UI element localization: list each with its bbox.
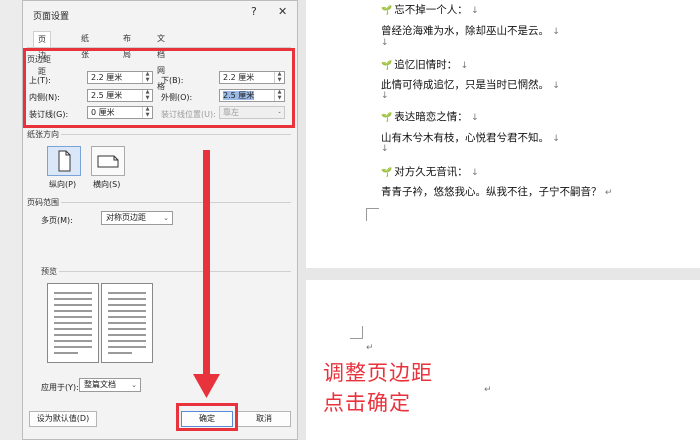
arrow-shaft <box>203 150 210 380</box>
portrait-label: 纵向(P) <box>49 180 77 189</box>
ok-highlight-box <box>176 403 238 431</box>
doc-heading-1: 🌱 忘不掉一个人： ↓ <box>381 4 479 16</box>
sprout-icon: 🌱 <box>381 113 393 123</box>
paragraph-mark: ↓ <box>381 91 389 101</box>
pages-section-title: 页码范围 <box>27 198 59 207</box>
set-default-button[interactable]: 设为默认值(D) <box>29 411 97 427</box>
section-divider <box>61 134 291 135</box>
tab-paper[interactable]: 纸张 <box>81 31 89 59</box>
doc-heading-4: 🌱 对方久无音讯： ↓ <box>381 166 479 178</box>
chevron-down-icon: ⌄ <box>131 381 137 389</box>
sprout-icon: 🌱 <box>381 6 393 16</box>
preview-left-page <box>47 283 99 363</box>
doc-line-2: 此情可待成追忆，只是当时已惘然。 ↓ <box>381 79 560 91</box>
cancel-button[interactable]: 取消 <box>237 411 291 427</box>
doc-line-1: 曾经沧海难为水，除却巫山不是云。 ↓ <box>381 25 560 37</box>
orientation-section-title: 纸张方向 <box>27 130 59 139</box>
multiple-pages-select[interactable]: 对称页边距 ⌄ <box>101 211 173 225</box>
dialog-title: 页面设置 <box>33 12 70 22</box>
section-divider <box>61 202 291 203</box>
tab-document-grid[interactable]: 文档网格 <box>157 31 165 91</box>
down-arrow-icon <box>193 374 220 398</box>
landscape-page-icon <box>97 155 119 168</box>
doc-line-4: 青青子衿，悠悠我心。纵我不往，子宁不嗣音？ ↵ <box>381 186 613 198</box>
margins-highlight-box <box>23 48 295 128</box>
annotation-line-1: 调整页边距 <box>323 361 433 385</box>
help-icon[interactable]: ? <box>251 5 257 18</box>
tab-layout[interactable]: 布局 <box>123 31 131 59</box>
multiple-pages-label: 多页(M): <box>41 216 73 225</box>
landscape-button[interactable] <box>91 146 125 176</box>
paragraph-mark: ↓ <box>381 38 389 48</box>
page-corner-mark <box>350 326 363 339</box>
landscape-label: 横向(S) <box>93 180 121 189</box>
doc-heading-2: 🌱 追忆旧情时： ↓ <box>381 59 469 71</box>
tab-margins[interactable]: 页边距 <box>33 31 51 76</box>
annotation-line-2: 点击确定 <box>323 391 411 415</box>
doc-line-3: 山有木兮木有枝，心悦君兮君不知。 ↓ <box>381 132 560 144</box>
doc-heading-3: 🌱 表达暗恋之情： ↓ <box>381 111 479 123</box>
preview-section-title: 预览 <box>41 267 57 276</box>
portrait-page-icon <box>58 150 71 172</box>
page-corner-mark <box>366 208 379 221</box>
portrait-button[interactable] <box>47 146 81 176</box>
sprout-icon: 🌱 <box>381 61 393 71</box>
apply-to-label: 应用于(Y): <box>41 383 79 392</box>
paragraph-mark: ↵ <box>484 385 492 395</box>
section-divider <box>59 271 291 272</box>
paragraph-mark: ↓ <box>381 144 389 154</box>
paragraph-mark: ↵ <box>366 343 374 353</box>
chevron-down-icon: ⌄ <box>163 214 169 222</box>
preview-right-page <box>101 283 153 363</box>
apply-to-select[interactable]: 整篇文档 ⌄ <box>79 378 141 392</box>
sprout-icon: 🌱 <box>381 168 393 178</box>
close-icon[interactable]: ✕ <box>278 5 287 18</box>
